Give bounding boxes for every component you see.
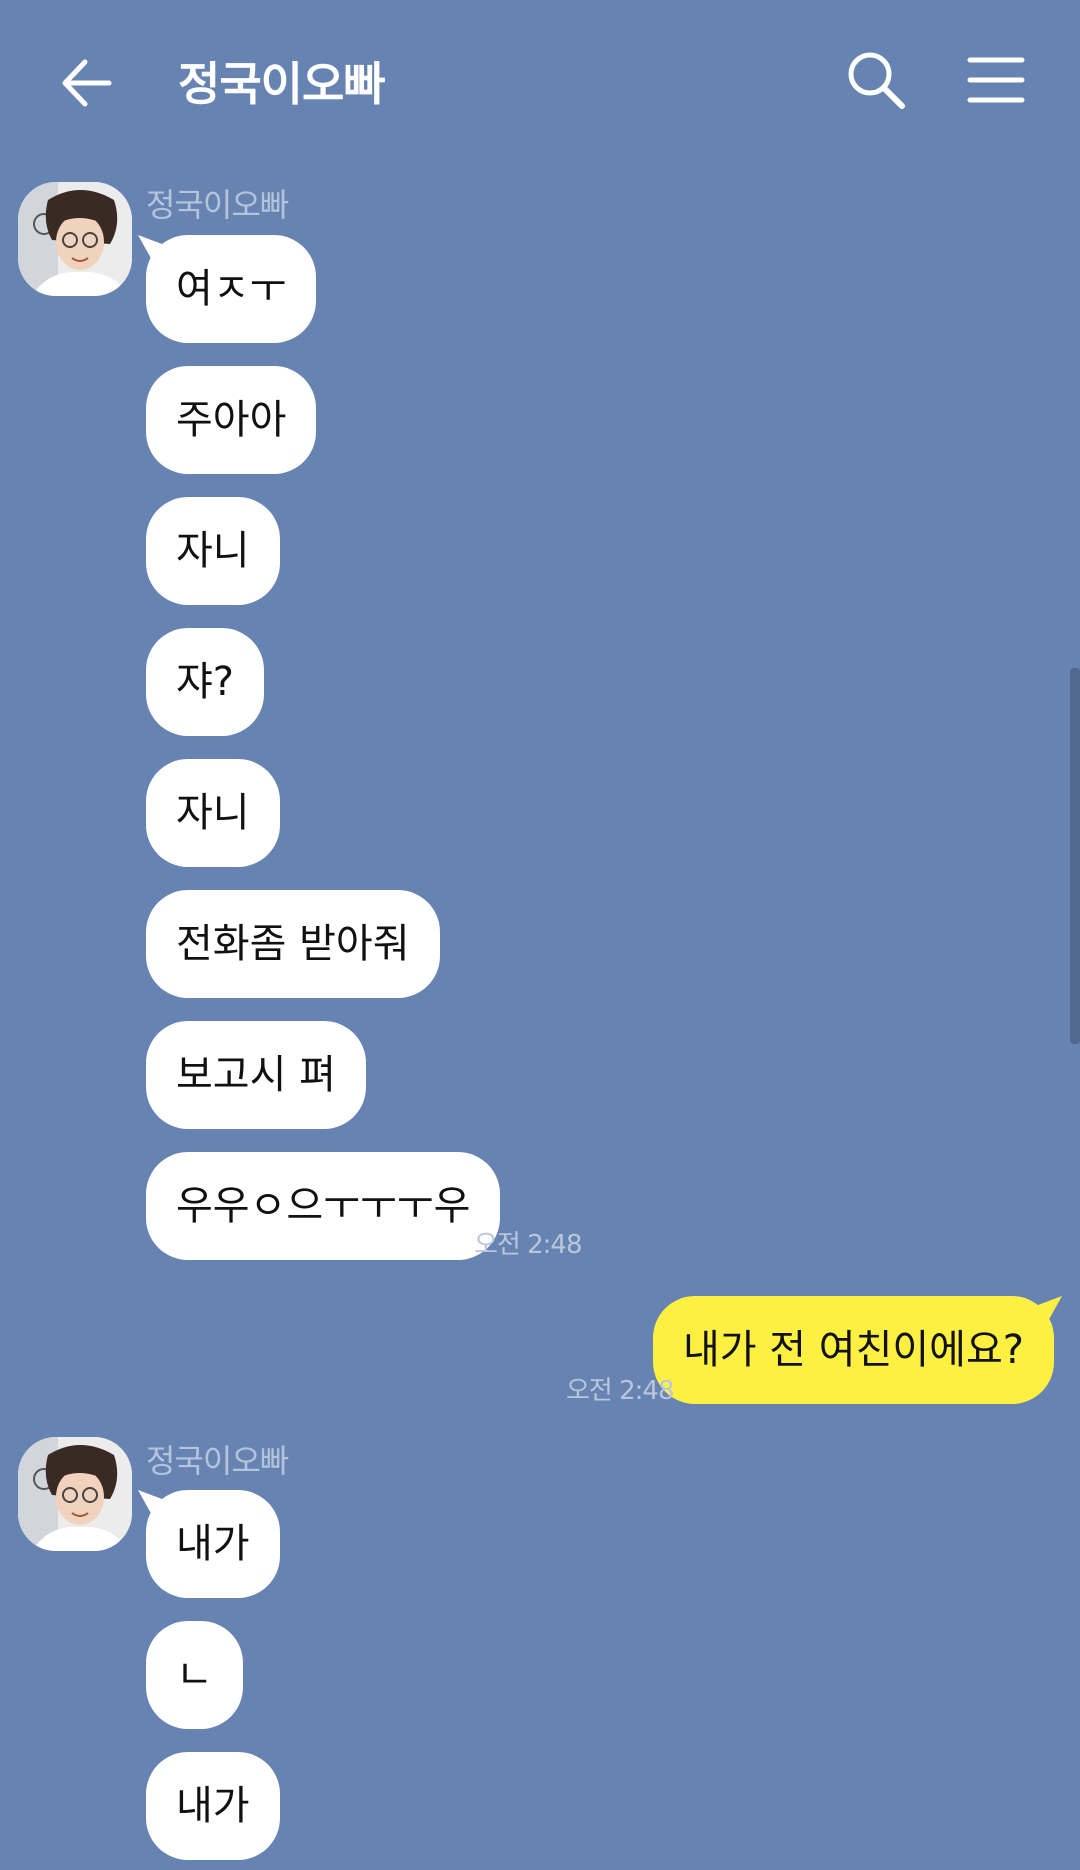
scrollbar[interactable]: [1070, 668, 1080, 1044]
message-bubble[interactable]: 내가: [146, 1752, 280, 1860]
hamburger-menu-icon: [967, 57, 1025, 103]
message-bubble[interactable]: 쟈?: [146, 628, 265, 736]
message-bubble[interactable]: 내가: [146, 1490, 280, 1598]
sender-name: 정국이오빠: [146, 1442, 289, 1480]
search-button[interactable]: [844, 48, 908, 112]
profile-photo-icon: [18, 182, 132, 296]
chat-title: 정국이오빠: [178, 57, 386, 111]
menu-button[interactable]: [966, 52, 1026, 108]
avatar[interactable]: [18, 1437, 132, 1551]
message-bubble[interactable]: 자니: [146, 759, 280, 867]
message-bubble[interactable]: 주아아: [146, 366, 317, 474]
my-message-bubble[interactable]: 내가 전 여친이에요?: [652, 1296, 1054, 1404]
message-time: 오전 2:48: [474, 1230, 582, 1260]
sender-name: 정국이오빠: [146, 186, 289, 224]
message-time: 오전 2:48: [566, 1376, 674, 1406]
avatar[interactable]: [18, 182, 132, 296]
profile-photo-icon: [18, 1437, 132, 1551]
back-button[interactable]: [55, 50, 121, 116]
arrow-left-icon: [62, 59, 112, 107]
message-bubble[interactable]: 여ㅈㅜ: [146, 235, 317, 343]
message-bubble[interactable]: 우우ㅇ으ㅜㅜㅜ우: [146, 1152, 501, 1260]
message-bubble[interactable]: 자니: [146, 497, 280, 605]
message-bubble[interactable]: ㄴ: [146, 1621, 243, 1729]
search-icon: [848, 52, 905, 109]
chat-header: 정국이오빠: [0, 0, 1080, 165]
message-bubble[interactable]: 전화좀 받아줘: [146, 890, 440, 998]
message-bubble[interactable]: 보고시 펴: [146, 1021, 366, 1129]
